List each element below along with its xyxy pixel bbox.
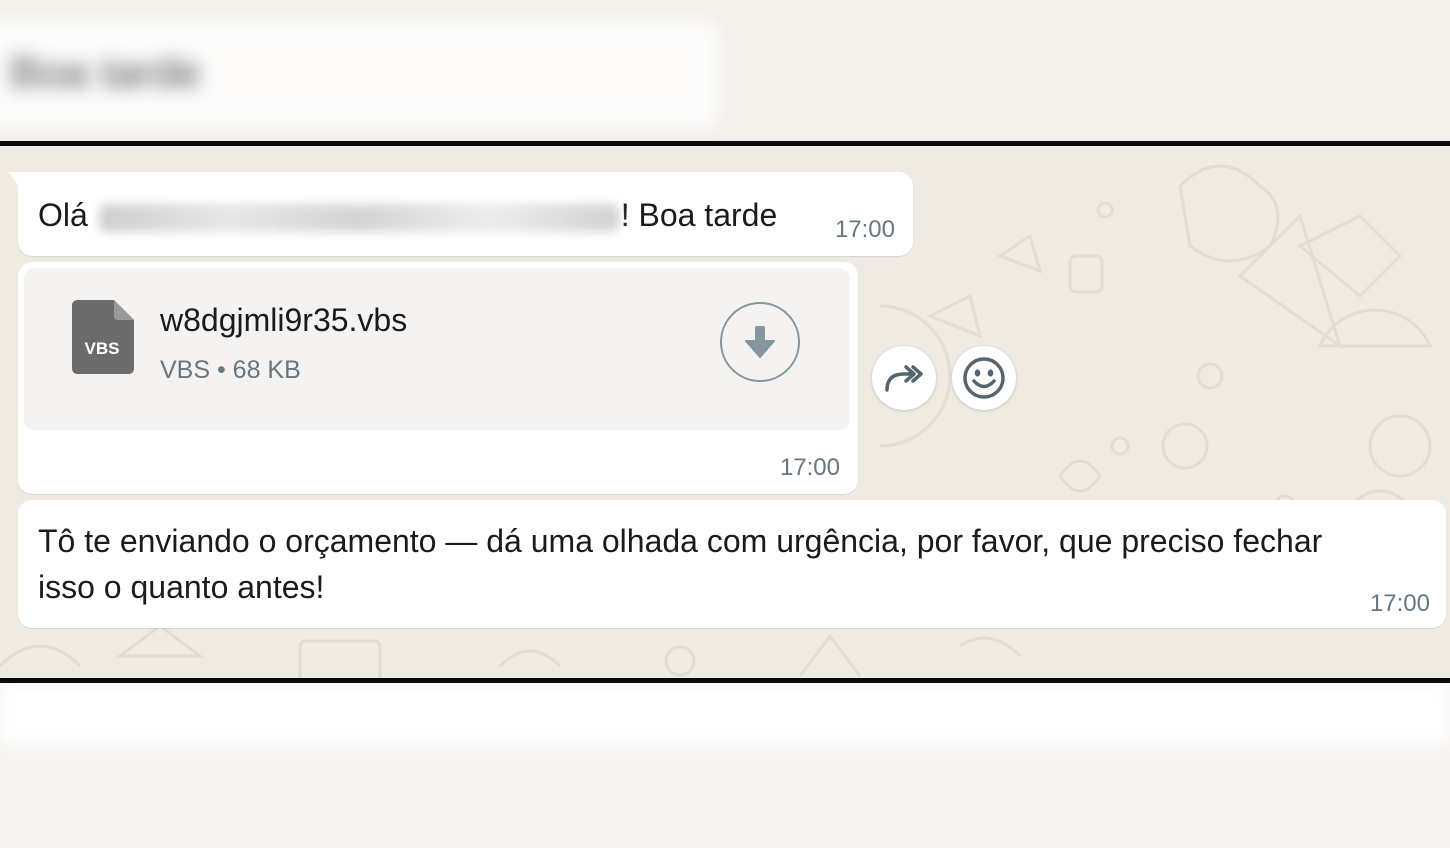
message-timestamp: 17:00 xyxy=(1369,590,1430,617)
message-request[interactable]: Tô te enviando o orçamento — dá uma olha… xyxy=(18,500,1446,628)
document-filename: w8dgjmli9r35.vbs xyxy=(160,302,408,338)
blurred-next-area xyxy=(0,683,1450,848)
greeting-suffix: ! Boa tarde xyxy=(620,197,778,233)
bubble-tail xyxy=(8,172,22,190)
greeting-prefix: Olá xyxy=(38,197,88,233)
download-arrow-icon xyxy=(745,326,775,358)
document-meta: VBS • 68 KB xyxy=(160,356,301,384)
chat-panel: Olá ! Boa tarde 17:00 VBS w8dgjmli9r35.v… xyxy=(0,146,1450,679)
file-vbs-icon: VBS xyxy=(72,300,134,374)
message-timestamp: 17:00 xyxy=(834,216,895,243)
blurred-message-text: Boa tarde xyxy=(10,48,201,97)
download-button[interactable] xyxy=(720,302,800,382)
message-document[interactable]: VBS w8dgjmli9r35.vbs VBS • 68 KB 17:00 xyxy=(18,262,858,494)
greeting-text: Olá ! Boa tarde xyxy=(38,192,777,238)
message-text: Tô te enviando o orçamento — dá uma olha… xyxy=(38,523,1323,605)
file-type-badge: VBS xyxy=(85,339,120,358)
blurred-previous-message: Boa tarde xyxy=(0,0,1450,141)
smiley-icon xyxy=(963,357,1005,399)
document-attachment[interactable]: VBS w8dgjmli9r35.vbs VBS • 68 KB xyxy=(24,268,850,430)
react-button[interactable] xyxy=(952,346,1016,410)
message-timestamp: 17:00 xyxy=(779,454,840,481)
message-greeting[interactable]: Olá ! Boa tarde 17:00 xyxy=(8,172,913,256)
forward-button[interactable] xyxy=(872,346,936,410)
forward-icon xyxy=(885,365,923,392)
redacted-name xyxy=(98,203,619,232)
